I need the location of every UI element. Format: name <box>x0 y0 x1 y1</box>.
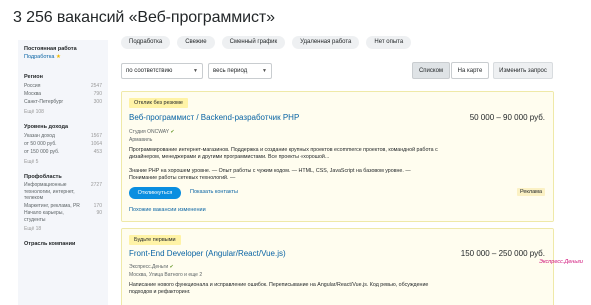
vacancy-card: Отклик без резюме Веб-программист / Back… <box>121 91 554 222</box>
income-item[interactable]: Указан доход 1567 <box>24 132 102 140</box>
show-contacts-link[interactable]: Показать контакты <box>190 189 238 195</box>
income-title: Уровень дохода <box>24 124 69 130</box>
company-logo: Экспресс.Деньги <box>539 259 583 265</box>
chip-fresh[interactable]: Свежие <box>177 36 215 49</box>
chip-remote[interactable]: Удаленная работа <box>292 36 360 49</box>
region-more-link[interactable]: Ещё 108 <box>24 108 102 116</box>
income-item[interactable]: от 150 000 руб. 453 <box>24 148 102 156</box>
verified-check-icon: ✔ <box>170 129 175 135</box>
income-more-link[interactable]: Ещё 5 <box>24 158 102 166</box>
chevron-down-icon: ▼ <box>193 68 198 74</box>
vacancy-salary: 150 000 – 250 000 руб. <box>460 249 545 258</box>
chevron-down-icon: ▼ <box>262 68 267 74</box>
vacancy-responsibilities: Написание нового функционала и исправлен… <box>129 282 429 295</box>
vacancy-title-link[interactable]: Веб-программист / Backend-разработчик PH… <box>129 113 299 122</box>
vacancy-company-link[interactable]: Экспресс.Деньги ✔ <box>129 264 174 270</box>
region-item[interactable]: Санкт-Петербург 300 <box>24 98 102 106</box>
profarea-item[interactable]: Начало карьеры, студенты 90 <box>24 210 102 223</box>
sort-select-value: по соответствию <box>126 68 173 74</box>
verified-check-icon: ✔ <box>169 264 174 270</box>
period-select[interactable]: весь период ▼ <box>208 63 272 79</box>
quick-filter-chips: Подработка Свежие Сменный график Удаленн… <box>121 36 412 49</box>
vacancy-company-link[interactable]: Студия ONCWAY ✔ <box>129 129 175 135</box>
chip-no-experience[interactable]: Нет опыта <box>366 36 412 49</box>
sort-select[interactable]: по соответствию ▼ <box>121 63 203 79</box>
region-item[interactable]: Москва 790 <box>24 90 102 98</box>
similar-vacancies-link[interactable]: Похожие вакансии изменении <box>129 207 206 213</box>
apply-button[interactable]: Откликнуться <box>129 187 181 199</box>
employment-filter-label: Подработка <box>24 54 55 60</box>
income-item[interactable]: от 50 000 руб. 1064 <box>24 140 102 148</box>
vacancy-card: Будьте первыми Front-End Developer (Angu… <box>121 228 554 305</box>
filters-sidebar: Постоянная работа Подработка ★ Регион Ро… <box>18 40 108 305</box>
industry-title: Отрасль компании <box>24 241 76 247</box>
vacancy-responsibilities: Программирование интернет-магазинов. Под… <box>129 147 438 160</box>
vacancy-city: Москва, Улица Ватного и еще 2 <box>129 272 203 278</box>
map-view-button[interactable]: На карте <box>451 62 489 79</box>
vacancy-salary: 50 000 – 90 000 руб. <box>469 113 545 122</box>
star-icon: ★ <box>55 54 61 60</box>
employment-filter-link[interactable]: Подработка ★ <box>24 54 102 60</box>
region-item[interactable]: Россия 2547 <box>24 82 102 90</box>
change-query-button[interactable]: Изменить запрос <box>493 62 553 79</box>
profarea-more-link[interactable]: Ещё 18 <box>24 225 102 233</box>
vacancy-title-link[interactable]: Front-End Developer (Angular/React/Vue.j… <box>129 249 286 258</box>
chip-part-time[interactable]: Подработка <box>121 36 171 49</box>
ad-label: Реклама <box>516 188 545 196</box>
period-select-value: весь период <box>213 68 248 74</box>
vacancy-requirements: Знание PHP на хорошем уровне. — Опыт раб… <box>129 168 411 181</box>
region-title: Регион <box>24 74 43 80</box>
chip-shift[interactable]: Сменный график <box>221 36 286 49</box>
employment-title: Постоянная работа <box>24 46 77 52</box>
vacancy-city: Армавиль <box>129 137 153 143</box>
list-view-button[interactable]: Списком <box>412 62 450 79</box>
vacancy-badge: Отклик без резюме <box>129 98 188 108</box>
vacancy-badge: Будьте первыми <box>129 235 181 245</box>
profarea-item[interactable]: Информационные технологии, интернет, тел… <box>24 182 102 202</box>
page-title: 3 256 вакансий «Веб-программист» <box>13 9 275 26</box>
profarea-title: Профобласть <box>24 174 62 180</box>
profarea-item[interactable]: Маркетинг, реклама, PR 170 <box>24 203 102 210</box>
